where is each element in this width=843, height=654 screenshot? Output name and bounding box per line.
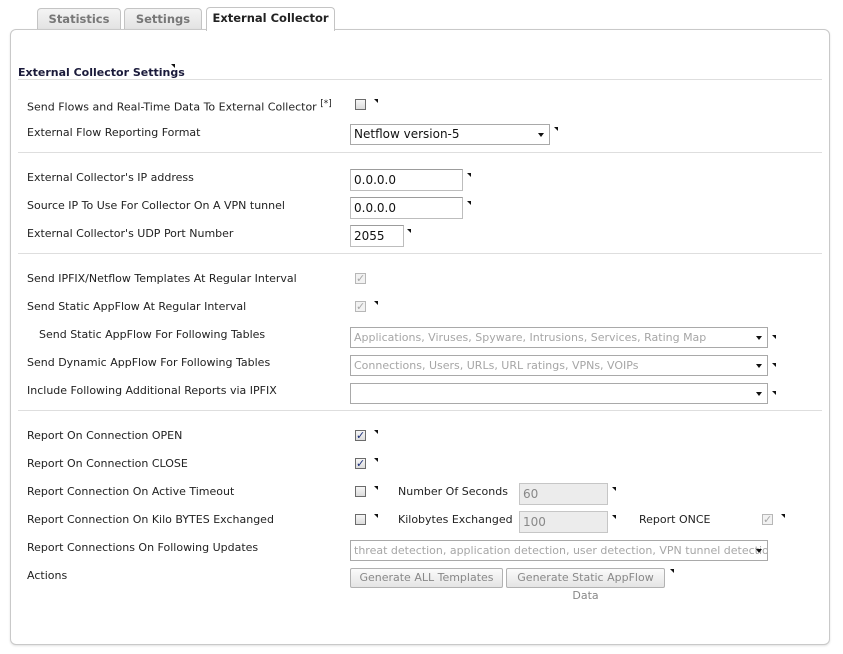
active-timeout-checkbox[interactable] xyxy=(355,486,366,497)
help-marker xyxy=(374,486,378,490)
send-templates-checkbox[interactable]: ✓ xyxy=(355,273,366,284)
static-tables-label: Send Static AppFlow For Following Tables xyxy=(39,328,266,341)
source-ip-input[interactable]: 0.0.0.0 xyxy=(350,197,463,219)
help-marker xyxy=(772,363,776,367)
tab-settings[interactable]: Settings xyxy=(124,8,202,30)
help-marker xyxy=(772,335,776,339)
dynamic-tables-value: Connections, Users, URLs, URL ratings, V… xyxy=(354,359,639,372)
collector-ip-input[interactable]: 0.0.0.0 xyxy=(350,169,463,191)
help-marker xyxy=(374,430,378,434)
following-updates-label: Report Connections On Following Updates xyxy=(27,541,259,554)
divider xyxy=(18,79,822,80)
static-tables-value: Applications, Viruses, Spyware, Intrusio… xyxy=(354,331,707,344)
help-marker xyxy=(374,301,378,305)
kilobytes-label: Report Connection On Kilo BYTES Exchange… xyxy=(27,513,274,526)
kilobytes-input[interactable]: 100 xyxy=(519,511,608,533)
send-templates-label: Send IPFIX/Netflow Templates At Regular … xyxy=(27,272,297,285)
divider xyxy=(18,152,822,153)
send-static-checkbox[interactable]: ✓ xyxy=(355,301,366,312)
additional-reports-select[interactable] xyxy=(350,383,768,404)
help-marker xyxy=(407,229,411,233)
help-marker xyxy=(374,514,378,518)
flow-format-value: Netflow version-5 xyxy=(354,127,460,141)
flow-format-select[interactable]: Netflow version-5 xyxy=(350,124,550,145)
active-timeout-label: Report Connection On Active Timeout xyxy=(27,485,235,498)
report-once-checkbox[interactable]: ✓ xyxy=(762,514,773,525)
chevron-down-icon xyxy=(756,364,762,368)
source-ip-label: Source IP To Use For Collector On A VPN … xyxy=(27,199,285,212)
help-marker xyxy=(612,515,616,519)
report-open-label: Report On Connection OPEN xyxy=(27,429,183,442)
additional-reports-label: Include Following Additional Reports via… xyxy=(27,384,277,397)
help-marker xyxy=(374,99,378,103)
udp-port-input[interactable]: 2055 xyxy=(350,225,404,247)
seconds-label: Number Of Seconds xyxy=(398,485,508,498)
report-once-label: Report ONCE xyxy=(639,513,711,526)
generate-static-appflow-button[interactable]: Generate Static AppFlow Data xyxy=(506,568,665,602)
actions-label: Actions xyxy=(27,569,68,582)
tab-external-collector[interactable]: External Collector xyxy=(206,7,335,31)
help-marker xyxy=(467,173,471,177)
help-marker xyxy=(374,458,378,462)
send-static-label: Send Static AppFlow At Regular Interval xyxy=(27,300,247,313)
help-marker xyxy=(772,391,776,395)
help-marker xyxy=(554,127,558,131)
seconds-input[interactable]: 60 xyxy=(519,483,608,505)
send-flows-label: Send Flows and Real-Time Data To Externa… xyxy=(27,99,332,114)
report-close-label: Report On Connection CLOSE xyxy=(27,457,188,470)
report-close-checkbox[interactable]: ✓ xyxy=(355,458,366,469)
chevron-down-icon xyxy=(756,549,762,553)
chevron-down-icon xyxy=(756,392,762,396)
flow-format-label: External Flow Reporting Format xyxy=(27,126,201,139)
help-marker xyxy=(781,514,785,518)
udp-port-label: External Collector's UDP Port Number xyxy=(27,227,234,240)
help-marker xyxy=(670,569,674,573)
divider xyxy=(18,410,822,411)
following-updates-value: threat detection, application detection,… xyxy=(354,544,768,557)
footnote-marker: [*] xyxy=(320,99,332,109)
dynamic-tables-label: Send Dynamic AppFlow For Following Table… xyxy=(27,356,271,369)
help-marker xyxy=(171,64,175,68)
send-flows-checkbox[interactable] xyxy=(355,99,366,110)
tab-statistics[interactable]: Statistics xyxy=(37,8,121,30)
help-marker xyxy=(467,201,471,205)
generate-all-templates-button[interactable]: Generate ALL Templates xyxy=(350,568,503,588)
following-updates-select[interactable]: threat detection, application detection,… xyxy=(350,540,768,561)
chevron-down-icon xyxy=(756,336,762,340)
kilobytes-checkbox[interactable] xyxy=(355,514,366,525)
chevron-down-icon xyxy=(538,133,544,137)
report-open-checkbox[interactable]: ✓ xyxy=(355,430,366,441)
collector-ip-label: External Collector's IP address xyxy=(27,171,194,184)
kilobytes-exchanged-label: Kilobytes Exchanged xyxy=(398,513,513,526)
static-tables-select[interactable]: Applications, Viruses, Spyware, Intrusio… xyxy=(350,327,768,348)
help-marker xyxy=(612,487,616,491)
dynamic-tables-select[interactable]: Connections, Users, URLs, URL ratings, V… xyxy=(350,355,768,376)
divider xyxy=(18,253,822,254)
section-title: External Collector Settings xyxy=(18,66,185,79)
